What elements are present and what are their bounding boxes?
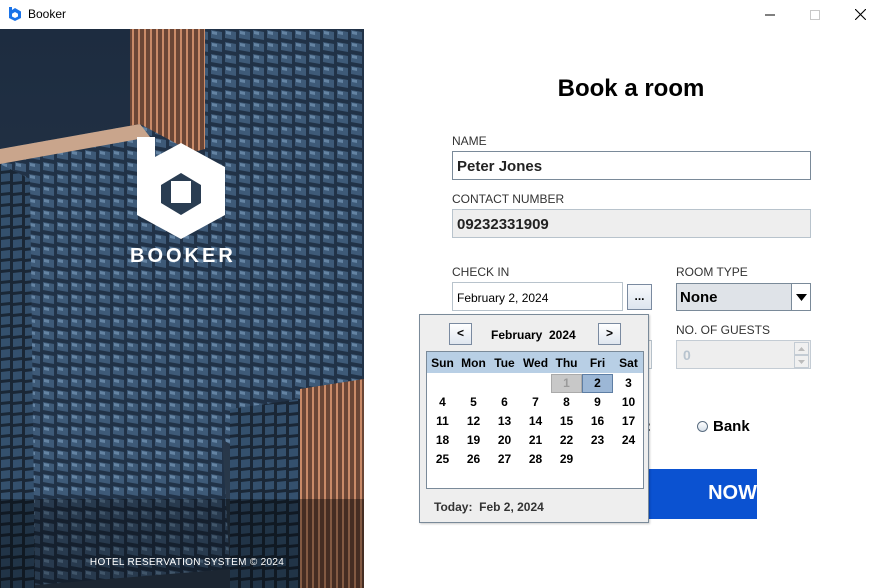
hero-image-panel: BOOKER HOTEL RESERVATION SYSTEM © 2024 [0, 29, 364, 588]
calendar-day[interactable]: 8 [551, 393, 582, 412]
calendar-day[interactable]: 12 [458, 412, 489, 431]
weekday-label: Sat [619, 356, 638, 370]
calendar-day[interactable]: 4 [427, 393, 458, 412]
calendar-day[interactable]: 14 [520, 412, 551, 431]
guests-value: 0 [683, 347, 691, 363]
calendar-day[interactable]: 11 [427, 412, 458, 431]
spinner-up-button[interactable] [794, 342, 809, 355]
name-field[interactable]: Peter Jones [452, 151, 811, 180]
chevron-down-icon [795, 293, 807, 301]
weekday-label: Sun [431, 356, 454, 370]
title-bar: Booker [0, 0, 882, 29]
weekday-label: Wed [522, 356, 549, 370]
guests-spinner[interactable]: 0 [676, 340, 811, 369]
calendar-day[interactable]: 28 [520, 450, 551, 469]
calendar-day[interactable]: 17 [613, 412, 644, 431]
previous-month-button[interactable]: < [449, 323, 472, 345]
building-illustration [0, 29, 364, 588]
book-now-button-label: NOW [708, 482, 757, 504]
calendar-day[interactable]: 13 [489, 412, 520, 431]
page-title: Book a room [557, 75, 705, 102]
window-title: Booker [28, 7, 67, 21]
calendar-day[interactable]: 1 [551, 374, 582, 393]
close-icon [854, 9, 866, 20]
calendar-day[interactable]: 7 [520, 393, 551, 412]
contact-number-field[interactable]: 09232331909 [452, 209, 811, 238]
dropdown-arrow-button[interactable] [791, 284, 810, 310]
room-type-value: None [680, 289, 718, 306]
today-label: Today: [434, 500, 473, 514]
calendar-month[interactable]: February [491, 328, 542, 342]
calendar-grid: Sun Mon Tue Wed Thu Fri Sat 1 2 3 4 5 6 7 8 9 10 1… [426, 351, 644, 489]
calendar-day[interactable]: 6 [489, 393, 520, 412]
bank-radio[interactable] [697, 421, 708, 432]
calendar-day[interactable]: 20 [489, 431, 520, 450]
today-date: Feb 2, 2024 [479, 500, 544, 514]
app-logo-icon [9, 7, 21, 21]
calendar-day[interactable]: 21 [520, 431, 551, 450]
maximize-icon [810, 9, 820, 20]
copyright-footer: HOTEL RESERVATION SYSTEM © 2024 [89, 557, 285, 568]
date-picker-button[interactable]: ... [627, 284, 652, 310]
weekday-label: Fri [589, 356, 606, 370]
calendar-day[interactable]: 5 [458, 393, 489, 412]
guests-label: NO. OF GUESTS [676, 323, 771, 337]
calendar-day[interactable]: 22 [551, 431, 582, 450]
weekday-header: Sun Mon Tue Wed Thu Fri Sat [427, 352, 643, 373]
maximize-button[interactable] [792, 0, 838, 29]
weekday-label: Tue [494, 356, 515, 370]
minimize-icon [765, 14, 775, 15]
calendar-day[interactable]: 3 [613, 374, 644, 393]
bank-radio-label[interactable]: Bank [713, 418, 750, 435]
contact-number-label: CONTACT NUMBER [452, 192, 565, 206]
calendar-day[interactable]: 23 [582, 431, 613, 450]
calendar-day[interactable]: 19 [458, 431, 489, 450]
calendar-day[interactable]: 18 [427, 431, 458, 450]
room-type-select[interactable]: None [676, 283, 811, 311]
check-in-date-field[interactable]: February 2, 2024 [452, 282, 623, 311]
name-label: NAME [452, 134, 487, 148]
weekday-label: Mon [461, 356, 486, 370]
date-picker-popup: < February 2024 > Sun Mon Tue Wed Thu Fr… [419, 314, 649, 523]
booker-logo-icon [137, 137, 225, 239]
calendar-day[interactable]: 24 [613, 431, 644, 450]
chevron-down-icon [798, 359, 805, 364]
calendar-day[interactable]: 15 [551, 412, 582, 431]
calendar-day[interactable]: 2 [582, 374, 613, 393]
minimize-button[interactable] [747, 0, 793, 29]
today-indicator[interactable]: Today: Feb 2, 2024 [434, 500, 544, 514]
calendar-day[interactable]: 25 [427, 450, 458, 469]
spinner-down-button[interactable] [794, 355, 809, 368]
book-now-button[interactable]: NOW [631, 469, 757, 519]
calendar-year[interactable]: 2024 [549, 328, 576, 342]
close-button[interactable] [837, 0, 882, 29]
calendar-day[interactable]: 27 [489, 450, 520, 469]
check-in-label: CHECK IN [452, 265, 510, 279]
brand-name: BOOKER [130, 245, 236, 267]
next-month-button[interactable]: > [598, 323, 621, 345]
calendar-day[interactable]: 29 [551, 450, 582, 469]
calendar-day[interactable]: 9 [582, 393, 613, 412]
weekday-label: Thu [555, 356, 578, 370]
calendar-day[interactable]: 26 [458, 450, 489, 469]
room-type-label: ROOM TYPE [676, 265, 748, 279]
calendar-day[interactable]: 16 [582, 412, 613, 431]
chevron-up-icon [798, 346, 805, 351]
calendar-day[interactable]: 10 [613, 393, 644, 412]
